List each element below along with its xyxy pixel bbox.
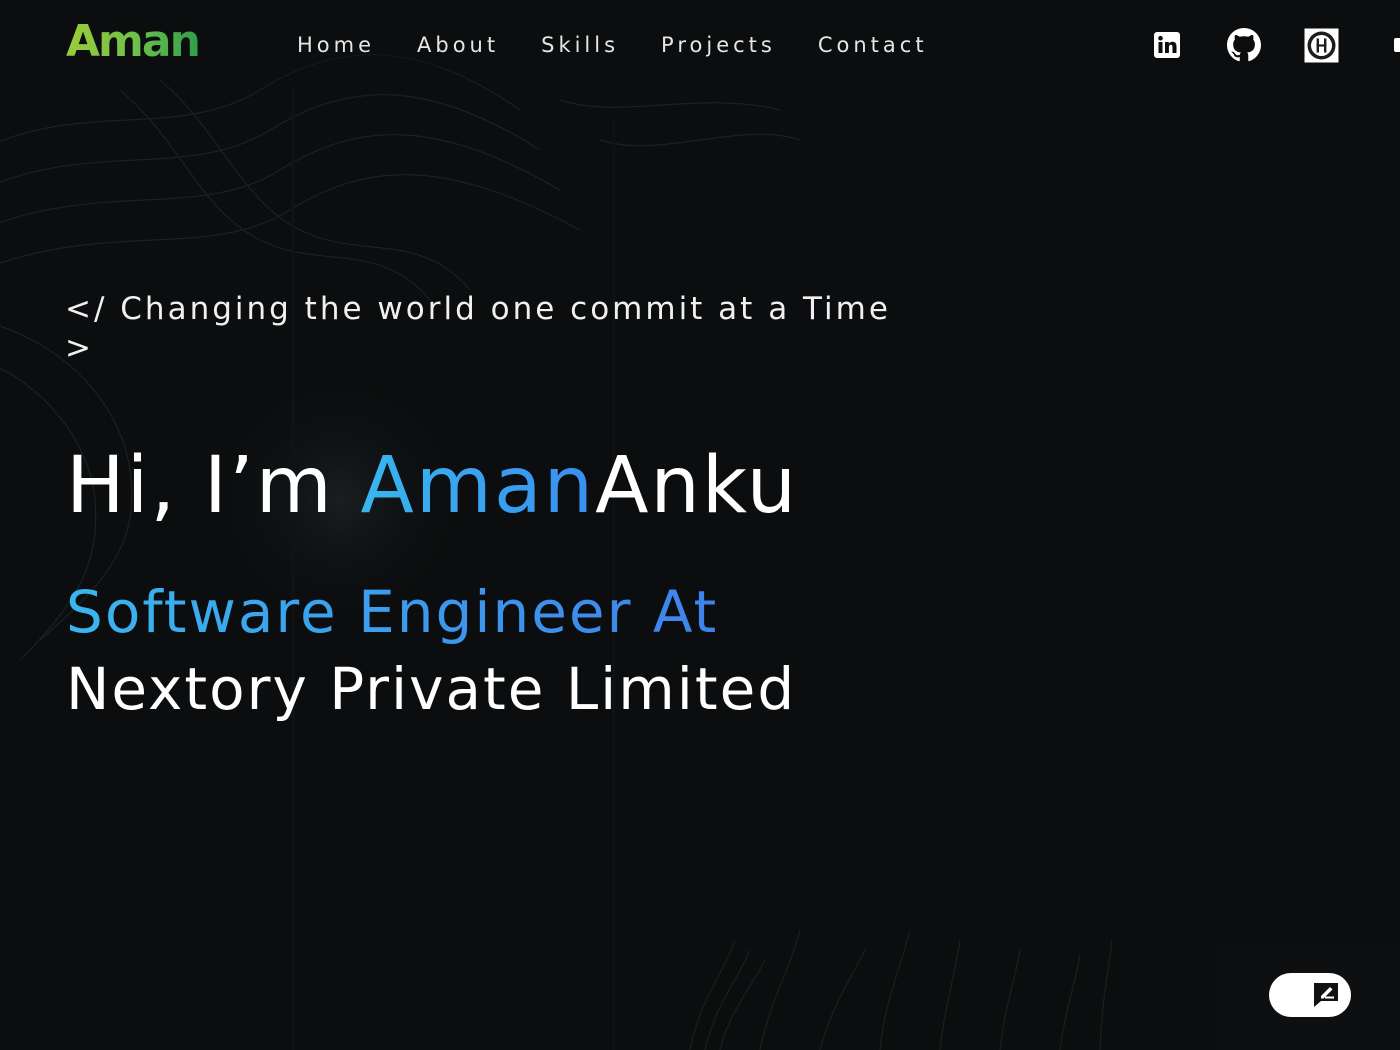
hero-tagline: </ Changing the world one commit at a Ti… <box>65 291 891 366</box>
nav-home[interactable]: Home <box>297 32 375 58</box>
first-name: Aman <box>360 441 596 531</box>
nav-about[interactable]: About <box>417 32 499 58</box>
role-accent: Software Engineer At <box>66 574 718 651</box>
github-link[interactable] <box>1226 27 1262 63</box>
nav-projects[interactable]: Projects <box>661 32 776 58</box>
feedback-button[interactable] <box>1269 973 1351 1017</box>
feedback-icon <box>1314 983 1338 1007</box>
linkedin-icon <box>1154 32 1180 58</box>
github-icon <box>1227 28 1261 62</box>
logo[interactable]: Aman <box>66 20 201 64</box>
extra-social-icon[interactable] <box>1392 36 1400 54</box>
nav-skills[interactable]: Skills <box>541 32 619 58</box>
nav-contact[interactable]: Contact <box>818 32 928 58</box>
last-name: Anku <box>595 441 799 531</box>
main-nav: Home About Skills Projects Contact <box>297 32 928 58</box>
hero-role: Software Engineer At Nextory Private Limi… <box>66 574 796 728</box>
hashnode-link[interactable] <box>1303 27 1339 63</box>
linkedin-link[interactable] <box>1149 27 1185 63</box>
company-name: Nextory Private Limited <box>66 655 797 723</box>
greeting-prefix: Hi, I’m <box>66 441 361 531</box>
hero-greeting: Hi, I’m AmanAnku <box>66 438 798 534</box>
hashnode-icon <box>1304 28 1338 62</box>
